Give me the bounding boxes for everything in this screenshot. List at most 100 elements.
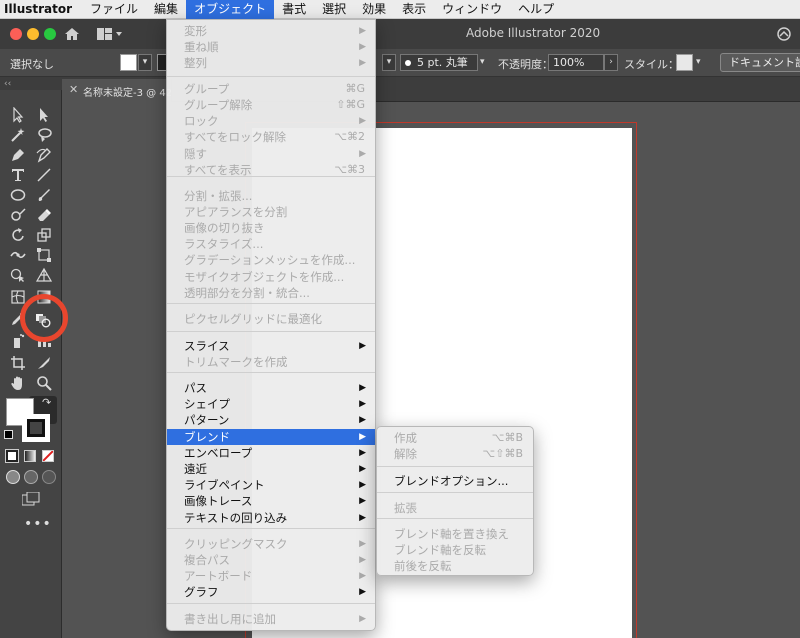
curvature-tool-icon[interactable]: [34, 146, 54, 164]
menu-object[interactable]: オブジェクト: [186, 0, 275, 19]
blend-submenu-item[interactable]: ブレンド軸を反転: [377, 542, 533, 558]
blend-submenu-item[interactable]: ブレンドオプション...: [377, 473, 533, 489]
object-menu-item[interactable]: ブレンド ▶: [167, 429, 375, 445]
home-icon[interactable]: [64, 26, 80, 42]
type-tool-icon[interactable]: [8, 166, 28, 184]
blend-submenu-item[interactable]: ブレンド軸を置き換え: [377, 526, 533, 542]
graphic-style-swatch[interactable]: [676, 54, 693, 71]
document-setup-button[interactable]: ドキュメント設: [720, 53, 800, 72]
shape-builder-tool-icon[interactable]: [8, 266, 28, 284]
object-menu-item[interactable]: パス ▶: [167, 380, 375, 396]
object-menu-item[interactable]: グループ ⌘G: [167, 81, 375, 97]
ellipse-tool-icon[interactable]: [8, 186, 28, 204]
none-mode-button[interactable]: [42, 450, 54, 462]
menu-window[interactable]: ウィンドウ: [434, 0, 510, 19]
opacity-dropdown-arrow[interactable]: ›: [604, 54, 618, 71]
pen-tool-icon[interactable]: [8, 146, 28, 164]
object-menu-item[interactable]: グラデーションメッシュを作成...: [167, 252, 375, 268]
menu-select[interactable]: 選択: [314, 0, 354, 19]
learn-icon[interactable]: [776, 26, 792, 42]
window-close-button[interactable]: [10, 28, 22, 40]
object-menu-item[interactable]: 分割・拡張...: [167, 188, 375, 204]
object-menu-item[interactable]: トリムマークを作成: [167, 354, 375, 370]
object-menu-item[interactable]: 重ね順 ▶: [167, 39, 375, 55]
object-menu-item[interactable]: 透明部分を分割・統合...: [167, 285, 375, 301]
brush-definition-select[interactable]: 5 pt. 丸筆: [400, 54, 478, 71]
object-menu-item[interactable]: クリッピングマスク ▶: [167, 536, 375, 552]
menu-view[interactable]: 表示: [394, 0, 434, 19]
window-zoom-button[interactable]: [44, 28, 56, 40]
menu-edit[interactable]: 編集: [146, 0, 186, 19]
selection-tool-icon[interactable]: [8, 106, 28, 124]
edit-toolbar-icon[interactable]: •••: [24, 516, 52, 532]
menu-help[interactable]: ヘルプ: [510, 0, 562, 19]
direct-selection-tool-icon[interactable]: [34, 106, 54, 124]
workspace-layout-icon[interactable]: [96, 27, 122, 41]
object-menu-item[interactable]: スライス ▶: [167, 338, 375, 354]
blend-submenu-item[interactable]: 前後を反転: [377, 558, 533, 574]
brush-dropdown-arrow[interactable]: ▾: [480, 54, 492, 71]
object-menu-item[interactable]: 隠す ▶: [167, 146, 375, 162]
draw-behind-icon[interactable]: [24, 470, 38, 484]
swap-fill-stroke-icon[interactable]: ↷: [42, 396, 51, 409]
draw-normal-icon[interactable]: [6, 470, 20, 484]
object-menu-item[interactable]: 書き出し用に追加 ▶: [167, 611, 375, 627]
object-menu-item[interactable]: 整列 ▶: [167, 55, 375, 71]
symbol-sprayer-tool-icon[interactable]: [8, 332, 28, 350]
line-segment-tool-icon[interactable]: [34, 166, 54, 184]
object-menu-item[interactable]: ロック ▶: [167, 113, 375, 129]
blend-submenu-item[interactable]: 作成 ⌥⌘B: [377, 430, 533, 446]
object-menu-item[interactable]: アートボード ▶: [167, 568, 375, 584]
object-menu-item[interactable]: ライブペイント ▶: [167, 477, 375, 493]
color-mode-button[interactable]: [5, 449, 19, 463]
object-menu-item[interactable]: テキストの回り込み ▶: [167, 510, 375, 526]
object-menu-item[interactable]: グループ解除 ⇧⌘G: [167, 97, 375, 113]
object-menu-item[interactable]: パターン ▶: [167, 412, 375, 428]
style-dropdown-arrow[interactable]: ▾: [696, 54, 708, 71]
object-menu-item[interactable]: 画像トレース ▶: [167, 493, 375, 509]
document-tab[interactable]: ✕ 名称未設定-3 @ 42: [62, 79, 172, 102]
opacity-input[interactable]: 100%: [548, 54, 604, 71]
perspective-grid-tool-icon[interactable]: [34, 266, 54, 284]
object-menu-item[interactable]: シェイプ ▶: [167, 396, 375, 412]
zoom-tool-icon[interactable]: [34, 374, 54, 392]
scale-tool-icon[interactable]: [34, 226, 54, 244]
blend-submenu-item[interactable]: 解除 ⌥⇧⌘B: [377, 446, 533, 462]
object-menu-item[interactable]: 画像の切り抜き: [167, 220, 375, 236]
paintbrush-tool-icon[interactable]: [34, 186, 54, 204]
fill-dropdown-arrow[interactable]: ▾: [138, 54, 152, 71]
menu-effect[interactable]: 効果: [354, 0, 394, 19]
menu-file[interactable]: ファイル: [82, 0, 146, 19]
object-menu-item[interactable]: ラスタライズ...: [167, 236, 375, 252]
rotate-tool-icon[interactable]: [8, 226, 28, 244]
window-minimize-button[interactable]: [27, 28, 39, 40]
stroke-dropdown-arrow[interactable]: ▾: [382, 54, 396, 71]
collapse-panel-icon[interactable]: ‹‹: [4, 79, 11, 89]
lasso-tool-icon[interactable]: [34, 126, 54, 144]
default-fill-stroke-icon[interactable]: [4, 430, 13, 439]
eraser-tool-icon[interactable]: [34, 206, 54, 224]
object-menu-item[interactable]: 遠近 ▶: [167, 461, 375, 477]
object-menu-item[interactable]: 複合パス ▶: [167, 552, 375, 568]
width-tool-icon[interactable]: [8, 246, 28, 264]
object-menu-item[interactable]: モザイクオブジェクトを作成...: [167, 269, 375, 285]
object-menu-item[interactable]: すべてをロック解除 ⌥⌘2: [167, 129, 375, 145]
screen-mode-icon[interactable]: [21, 491, 40, 506]
object-menu-item[interactable]: グラフ ▶: [167, 584, 375, 600]
shaper-tool-icon[interactable]: [8, 206, 28, 224]
free-transform-tool-icon[interactable]: [34, 246, 54, 264]
artboard-tool-icon[interactable]: [8, 354, 28, 372]
slice-tool-icon[interactable]: [34, 354, 54, 372]
fill-color-swatch[interactable]: [120, 54, 137, 71]
menu-app-name[interactable]: Illustrator: [0, 0, 82, 19]
close-tab-icon[interactable]: ✕: [69, 83, 78, 96]
object-menu-item[interactable]: 変形 ▶: [167, 23, 375, 39]
menu-type[interactable]: 書式: [274, 0, 314, 19]
blend-submenu-item[interactable]: 拡張: [377, 500, 533, 516]
object-menu-item[interactable]: アピアランスを分割: [167, 204, 375, 220]
gradient-mode-button[interactable]: [24, 450, 36, 462]
hand-tool-icon[interactable]: [8, 374, 28, 392]
draw-inside-icon[interactable]: [42, 470, 56, 484]
object-menu-item[interactable]: ピクセルグリッドに最適化: [167, 311, 375, 327]
object-menu-item[interactable]: エンベロープ ▶: [167, 445, 375, 461]
